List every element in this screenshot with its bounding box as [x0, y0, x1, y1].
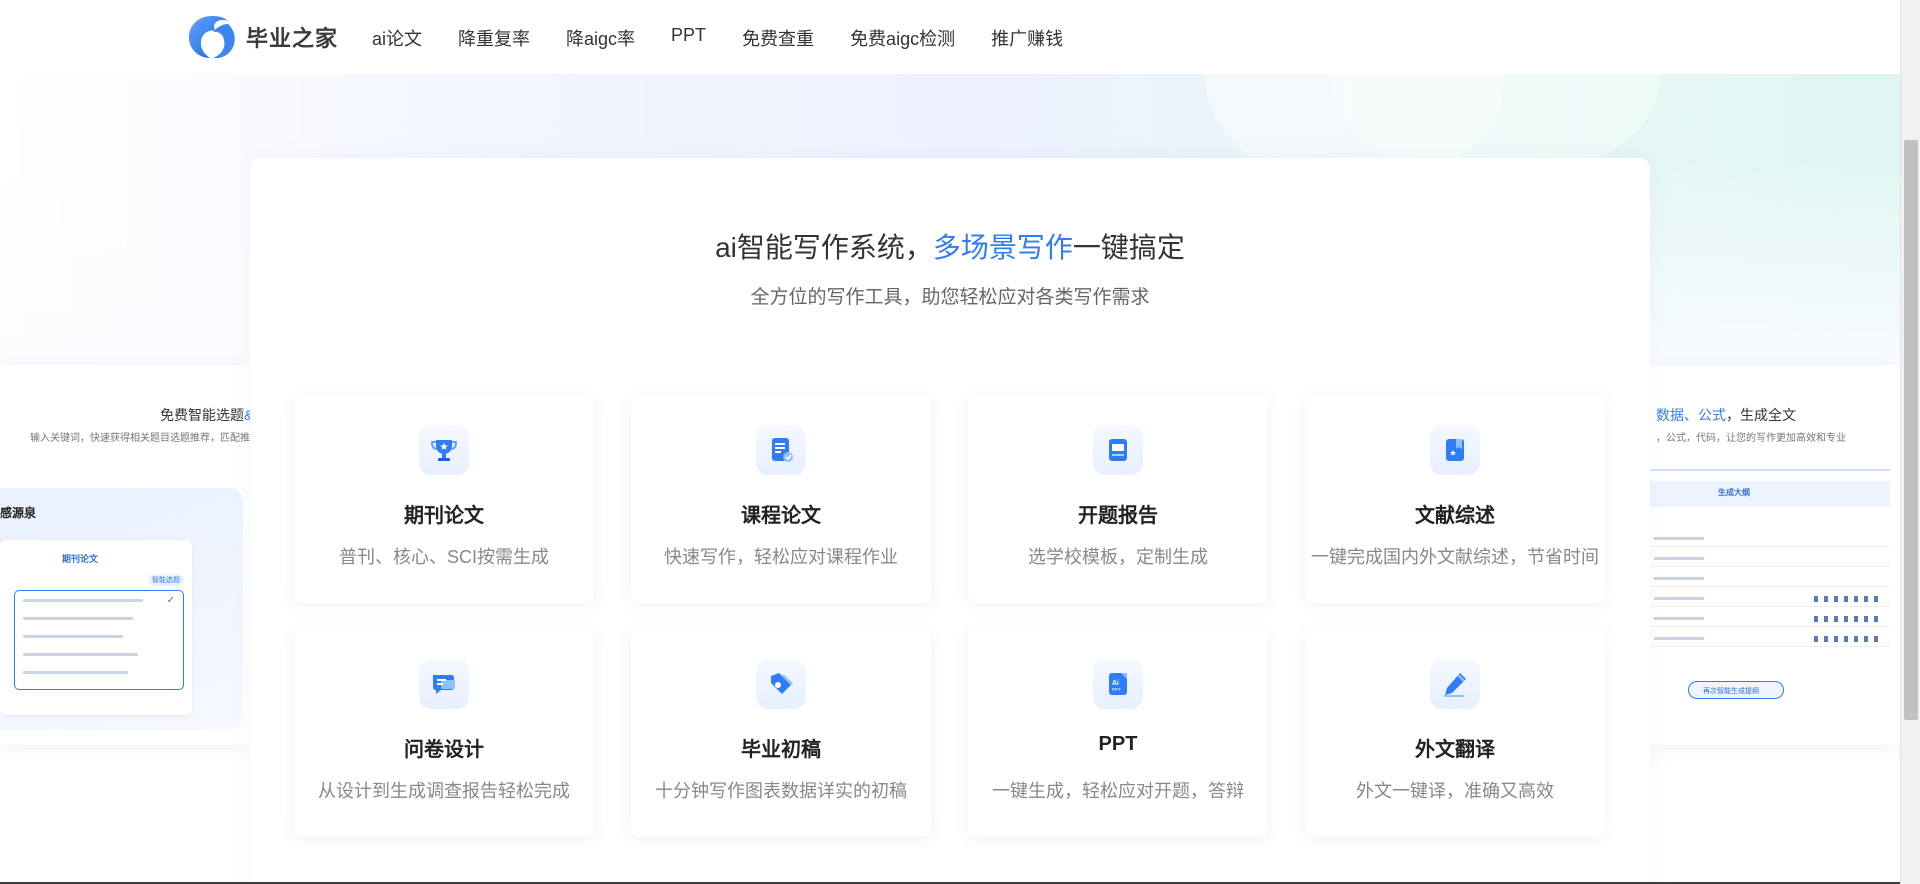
preview-line [23, 599, 143, 602]
feature-description: 普刊、核心、SCI按需生成 [338, 547, 549, 567]
carousel-card-title-text: ，生成全文 [1726, 407, 1796, 423]
brand-name: 毕业之家 [246, 26, 339, 51]
preview-topic-list: ✓ [14, 590, 184, 690]
carousel-card-subtitle: ，公式，代码，让您的写作更加高效和专业 [1656, 433, 1846, 444]
chat-icon [419, 659, 469, 709]
feature-card-proposal-report[interactable]: 开题报告 选学校模板，定制生成 [968, 395, 1268, 603]
feature-card-graduation-draft[interactable]: 毕业初稿 十分钟写作图表数据详实的初稿 [631, 629, 931, 837]
brand-logo[interactable]: 毕业之家 [186, 12, 338, 62]
preview-outline-panel: 生成大纲 再次智能生成提纲 [1650, 469, 1890, 725]
preview-line [23, 617, 133, 620]
preview-panel-title: 感源泉 [0, 506, 37, 520]
logo-icon [188, 16, 235, 59]
tag-icon [756, 659, 806, 709]
nav-item-promote-earn[interactable]: 推广赚钱 [991, 25, 1063, 51]
feature-title: 期刊论文 [404, 505, 484, 527]
preview-row [1650, 593, 1890, 607]
feature-title: 毕业初稿 [741, 739, 821, 761]
preview-row [1650, 633, 1890, 647]
features-card: ai智能写作系统，多场景写作一键搞定 全方位的写作工具，助您轻松应对各类写作需求… [250, 158, 1650, 884]
ai-ppt-icon: Ai PPT [1093, 659, 1143, 709]
nav-item-ppt[interactable]: PPT [671, 25, 706, 51]
nav-item-free-aigc-detect[interactable]: 免费aigc检测 [850, 25, 955, 51]
carousel-card-subtitle: 输入关键词，快速获得相关题目选题推荐，匹配推 [30, 433, 250, 444]
feature-card-journal-paper[interactable]: 期刊论文 普刊、核心、SCI按需生成 [294, 395, 594, 603]
preview-window-title: 期刊论文 [62, 554, 99, 564]
feature-title: 课程论文 [741, 505, 821, 527]
carousel-card-right[interactable]: 数据、公式，生成全文 ，公式，代码，让您的写作更加高效和专业 生成大纲 再次智能… [1640, 365, 1900, 745]
nav-item-reduce-duplicate[interactable]: 降重复率 [458, 25, 530, 51]
preview-regenerate-button-text: 再次智能生成提纲 [1703, 688, 1759, 695]
section-subtitle: 全方位的写作工具，助您轻松应对各类写作需求 [750, 287, 1150, 308]
carousel-card-title-text: 免费智能选题 [160, 407, 244, 423]
feature-title: 问卷设计 [404, 739, 484, 761]
svg-text:Ai: Ai [1112, 680, 1119, 687]
feature-description: 快速写作，轻松应对课程作业 [664, 547, 898, 567]
nav-item-reduce-aigc[interactable]: 降aigc率 [566, 25, 635, 51]
feature-title: 开题报告 [1078, 505, 1158, 527]
carousel-card-left[interactable]: 免费智能选题& 输入关键词，快速获得相关题目选题推荐，匹配推 感源泉 期刊论文 … [0, 365, 250, 745]
carousel-card-title: 免费智能选题& [160, 405, 250, 425]
preview-panel: 感源泉 期刊论文 智能选题 ✓ [0, 488, 243, 730]
preview-band: 生成大纲 [1650, 481, 1890, 507]
preview-band-text: 生成大纲 [1718, 488, 1750, 497]
page-scrollbar[interactable] [1900, 0, 1920, 884]
preview-row [1650, 553, 1890, 567]
preview-row [1650, 573, 1890, 587]
preview-line [23, 653, 138, 656]
feature-card-questionnaire[interactable]: 问卷设计 从设计到生成调查报告轻松完成 [294, 629, 594, 837]
feature-card-translation[interactable]: 外文翻译 外文一键译，准确又高效 [1305, 629, 1605, 837]
document-icon [756, 425, 806, 475]
svg-text:PPT: PPT [1112, 687, 1121, 692]
preview-row [1650, 613, 1890, 627]
feature-description: 一键生成，轻松应对开题，答辩 [992, 781, 1244, 801]
preview-regenerate-button: 再次智能生成提纲 [1688, 681, 1784, 699]
section-title-prefix: ai智能写作系统， [715, 232, 933, 263]
section-title-suffix: 一键搞定 [1072, 232, 1185, 263]
feature-title: 外文翻译 [1415, 739, 1495, 761]
scrollbar-thumb[interactable] [1904, 140, 1918, 720]
preview-tag: 智能选题 [148, 574, 184, 586]
section-title: ai智能写作系统，多场景写作一键搞定 [250, 226, 1650, 266]
feature-card-literature-review[interactable]: 文献综述 一键完成国内外文献综述，节省时间 [1305, 395, 1605, 603]
feature-card-ppt[interactable]: Ai PPT PPT 一键生成，轻松应对开题，答辩 [968, 629, 1268, 837]
feature-description: 从设计到生成调查报告轻松完成 [318, 781, 570, 801]
nav-item-free-check[interactable]: 免费查重 [742, 25, 814, 51]
preview-line [23, 635, 123, 638]
carousel-card-title-highlight: 数据 [1656, 407, 1684, 423]
bookmark-icon [1430, 425, 1480, 475]
carousel-card-title-separator: 、 [1684, 407, 1698, 423]
carousel-card-title: 数据、公式，生成全文 [1656, 405, 1796, 425]
trophy-icon [419, 425, 469, 475]
feature-description: 选学校模板，定制生成 [1028, 547, 1208, 567]
nav-menu: ai论文 降重复率 降aigc率 PPT 免费查重 免费aigc检测 推广赚钱 [372, 25, 1099, 51]
section-title-highlight: 多场景写作 [932, 232, 1073, 263]
report-icon [1093, 425, 1143, 475]
check-icon: ✓ [166, 595, 175, 606]
carousel-card-title-highlight: 公式 [1698, 407, 1726, 423]
preview-line [23, 671, 128, 674]
preview-window: 期刊论文 智能选题 ✓ [0, 540, 192, 715]
feature-title: PPT [1098, 733, 1138, 755]
feature-title: 文献综述 [1415, 505, 1495, 527]
feature-description: 外文一键译，准确又高效 [1356, 781, 1554, 801]
feature-description: 十分钟写作图表数据详实的初稿 [655, 781, 907, 801]
feature-card-course-paper[interactable]: 课程论文 快速写作，轻松应对课程作业 [631, 395, 931, 603]
top-navbar: 毕业之家 ai论文 降重复率 降aigc率 PPT 免费查重 免费aigc检测 … [0, 0, 1900, 74]
nav-item-ai-paper[interactable]: ai论文 [372, 25, 422, 51]
feature-description: 一键完成国内外文献综述，节省时间 [1311, 547, 1599, 567]
preview-row [1650, 533, 1890, 547]
pen-icon [1430, 659, 1480, 709]
